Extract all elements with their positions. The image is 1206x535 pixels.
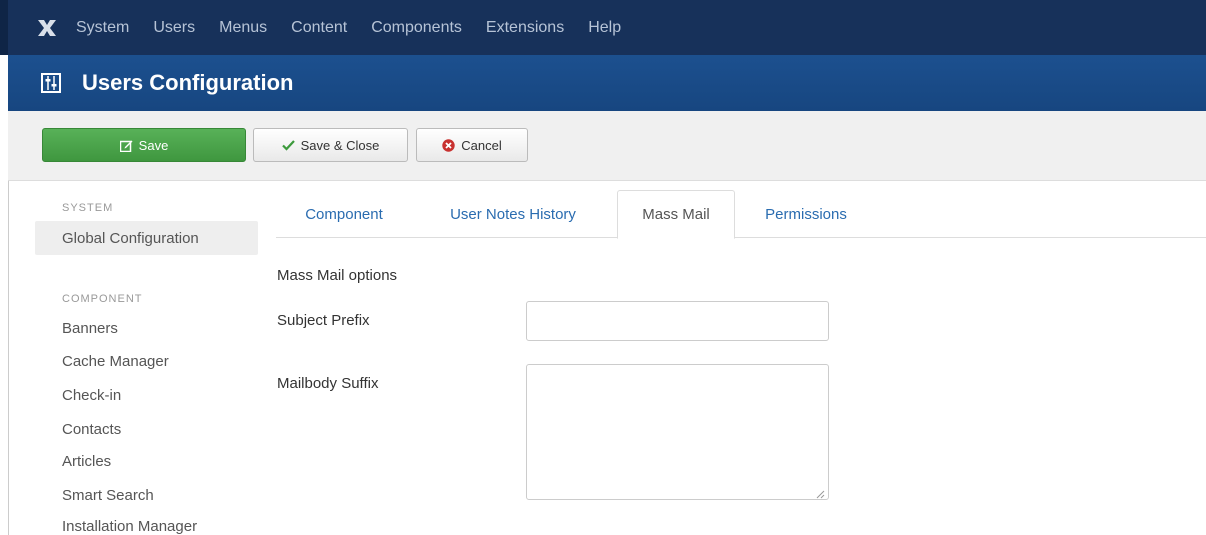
- resize-grip-icon[interactable]: [815, 486, 825, 499]
- sidebar-heading-system: SYSTEM: [62, 202, 114, 214]
- save-close-button[interactable]: Save & Close: [253, 128, 408, 162]
- mailbody-suffix-label: Mailbody Suffix: [277, 375, 379, 392]
- sidebar-item-installation-manager[interactable]: Installation Manager: [62, 518, 197, 535]
- menu-extensions[interactable]: Extensions: [486, 19, 564, 37]
- cancel-circle-icon: [442, 138, 455, 152]
- equalizer-icon: [40, 72, 62, 94]
- save-button-label: Save: [138, 137, 169, 153]
- sidebar-heading-component: COMPONENT: [62, 293, 143, 305]
- toolbar: Save Save & Close Cancel: [8, 111, 1206, 181]
- sidebar-item-banners[interactable]: Banners: [62, 320, 118, 337]
- tab-user-notes-history[interactable]: User Notes History: [416, 190, 610, 238]
- sidebar-item-cache-manager[interactable]: Cache Manager: [62, 353, 169, 370]
- sidebar-item-check-in[interactable]: Check-in: [62, 387, 121, 404]
- save-close-label: Save & Close: [300, 137, 380, 153]
- tab-bar: Component User Notes History Mass Mail P…: [276, 190, 1206, 239]
- sidebar-item-articles[interactable]: Articles: [62, 453, 111, 470]
- subject-prefix-input[interactable]: [526, 301, 829, 341]
- menu-system[interactable]: System: [76, 19, 129, 37]
- joomla-icon[interactable]: [32, 13, 62, 43]
- main-menu: System Users Menus Content Components Ex…: [76, 19, 645, 37]
- page-edge-divider: [8, 181, 9, 535]
- tab-permissions[interactable]: Permissions: [743, 190, 869, 238]
- sidebar-item-contacts[interactable]: Contacts: [62, 421, 121, 438]
- sidebar-item-smart-search[interactable]: Smart Search: [62, 487, 154, 504]
- mailbody-suffix-textarea[interactable]: [526, 364, 829, 500]
- checkmark-icon: [281, 139, 295, 151]
- save-button[interactable]: Save: [42, 128, 246, 162]
- menu-help[interactable]: Help: [588, 19, 621, 37]
- section-title: Mass Mail options: [277, 267, 398, 284]
- top-navbar: System Users Menus Content Components Ex…: [0, 0, 1206, 55]
- page-title: Users Configuration: [82, 70, 294, 95]
- subject-prefix-label: Subject Prefix: [277, 312, 370, 329]
- page-header: Users Configuration: [8, 55, 1206, 111]
- tab-mass-mail[interactable]: Mass Mail: [617, 190, 735, 239]
- edit-icon: [119, 139, 133, 152]
- sidebar-item-label[interactable]: Global Configuration: [62, 230, 199, 247]
- cancel-label: Cancel: [461, 137, 502, 153]
- menu-users[interactable]: Users: [153, 19, 195, 37]
- tab-component[interactable]: Component: [276, 190, 412, 238]
- menu-content[interactable]: Content: [291, 19, 347, 37]
- menu-menus[interactable]: Menus: [219, 19, 267, 37]
- menu-components[interactable]: Components: [371, 19, 462, 37]
- cancel-button[interactable]: Cancel: [416, 128, 528, 162]
